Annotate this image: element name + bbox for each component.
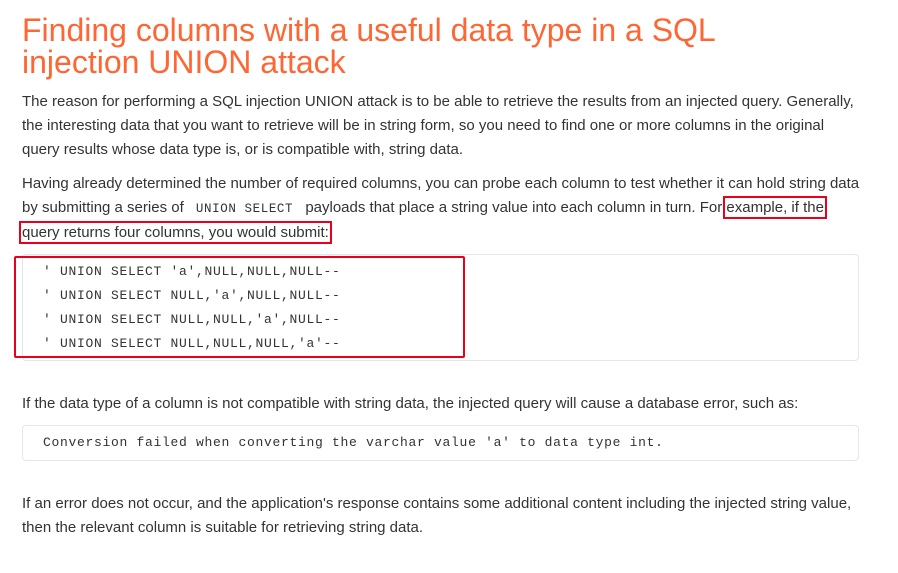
error-message-code: Conversion failed when converting the va…	[43, 435, 664, 450]
article: Finding columns with a useful data type …	[14, 12, 862, 536]
payload-code-block: ' UNION SELECT 'a',NULL,NULL,NULL-- ' UN…	[22, 254, 859, 361]
error-paragraph: If the data type of a column is not comp…	[22, 395, 799, 412]
error-code-block: Conversion failed when converting the va…	[22, 425, 859, 461]
payload-line: ' UNION SELECT NULL,NULL,'a',NULL--	[43, 312, 341, 327]
intro-paragraph: The reason for performing a SQL injectio…	[22, 93, 854, 158]
probe-paragraph: Having already determined the number of …	[19, 172, 862, 245]
inline-code-union-select: UNION SELECT	[195, 202, 294, 216]
conclusion-paragraph: If an error does not occur, and the appl…	[22, 495, 852, 536]
payload-line: ' UNION SELECT 'a',NULL,NULL,NULL--	[43, 264, 341, 279]
payload-line: ' UNION SELECT NULL,NULL,NULL,'a'--	[43, 336, 341, 351]
probe-text-after: payloads that place a string value into …	[305, 199, 723, 216]
page-title: Finding columns with a useful data type …	[22, 12, 715, 80]
payload-line: ' UNION SELECT NULL,'a',NULL,NULL--	[43, 288, 341, 303]
